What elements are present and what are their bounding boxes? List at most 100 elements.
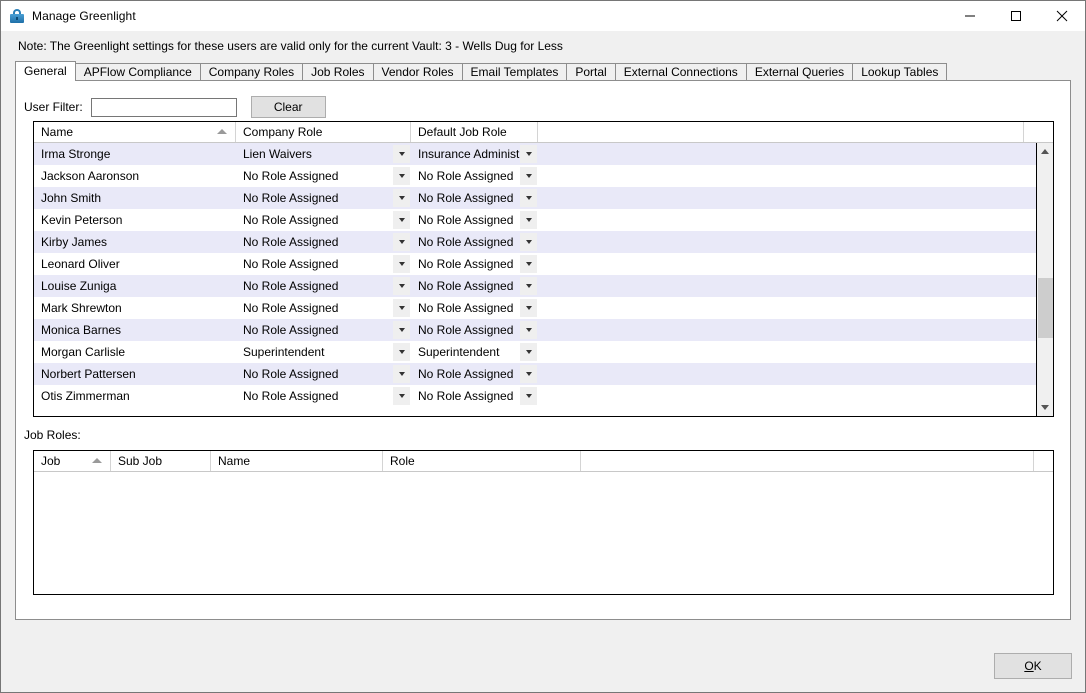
company-role-dropdown[interactable] <box>393 343 410 361</box>
tab-apflow-compliance[interactable]: APFlow Compliance <box>74 63 201 80</box>
tab-email-templates[interactable]: Email Templates <box>461 63 568 80</box>
default-job-role-dropdown[interactable] <box>520 387 537 405</box>
minimize-button[interactable] <box>947 1 993 31</box>
table-row[interactable]: Kirby James No Role Assigned No Role Assig… <box>34 231 1053 253</box>
table-row[interactable]: Mark Shrewton No Role Assigned No Role Ass… <box>34 297 1053 319</box>
company-role-dropdown[interactable] <box>393 211 410 229</box>
cell-company-role[interactable]: No Role Assigned <box>236 319 411 341</box>
company-role-dropdown[interactable] <box>393 365 410 383</box>
cell-default-job-role[interactable]: No Role Assigned <box>411 187 538 209</box>
resize-grip[interactable] <box>1070 677 1082 689</box>
cell-company-role[interactable]: No Role Assigned <box>236 297 411 319</box>
cell-company-role[interactable]: Superintendent <box>236 341 411 363</box>
column-header-blank-4[interactable] <box>581 451 1034 471</box>
cell-company-role[interactable]: Lien Waivers <box>236 143 411 165</box>
tab-company-roles[interactable]: Company Roles <box>199 63 304 80</box>
column-header-name[interactable]: Name <box>211 451 383 471</box>
company-role-dropdown[interactable] <box>393 277 410 295</box>
cell-default-job-role[interactable]: No Role Assigned <box>411 275 538 297</box>
column-header-blank-3[interactable] <box>538 122 1024 142</box>
cell-name[interactable]: Louise Zuniga <box>34 275 236 297</box>
cell-name[interactable]: Monica Barnes <box>34 319 236 341</box>
cell-company-role[interactable]: No Role Assigned <box>236 165 411 187</box>
table-row[interactable]: Leonard Oliver No Role Assigned No Role As… <box>34 253 1053 275</box>
tab-lookup-tables[interactable]: Lookup Tables <box>852 63 948 80</box>
users-grid-scrollbar[interactable] <box>1036 143 1053 416</box>
table-row[interactable]: Morgan Carlisle Superintendent Superintend… <box>34 341 1053 363</box>
default-job-role-dropdown[interactable] <box>520 189 537 207</box>
cell-company-role[interactable]: No Role Assigned <box>236 275 411 297</box>
table-row[interactable]: John Smith No Role Assigned No Role Assign… <box>34 187 1053 209</box>
table-row[interactable]: Jackson Aaronson No Role Assigned No Role … <box>34 165 1053 187</box>
cell-default-job-role[interactable]: No Role Assigned <box>411 165 538 187</box>
table-row[interactable]: Kevin Peterson No Role Assigned No Role As… <box>34 209 1053 231</box>
cell-name[interactable]: Norbert Pattersen <box>34 363 236 385</box>
cell-default-job-role[interactable]: No Role Assigned <box>411 231 538 253</box>
column-header-sub-job[interactable]: Sub Job <box>111 451 211 471</box>
clear-button[interactable]: Clear <box>250 96 326 118</box>
cell-company-role[interactable]: No Role Assigned <box>236 209 411 231</box>
cell-name[interactable]: Kirby James <box>34 231 236 253</box>
cell-name[interactable]: John Smith <box>34 187 236 209</box>
tab-portal[interactable]: Portal <box>566 63 616 80</box>
scrollbar-track[interactable] <box>1038 160 1053 399</box>
column-header-company-role[interactable]: Company Role <box>236 122 411 142</box>
company-role-dropdown[interactable] <box>393 233 410 251</box>
cell-default-job-role[interactable]: No Role Assigned <box>411 385 538 407</box>
column-header-role[interactable]: Role <box>383 451 581 471</box>
ok-button[interactable]: OK <box>994 653 1072 679</box>
default-job-role-dropdown[interactable] <box>520 299 537 317</box>
table-row[interactable]: Monica Barnes No Role Assigned No Role Ass… <box>34 319 1053 341</box>
cell-company-role[interactable]: No Role Assigned <box>236 253 411 275</box>
tab-job-roles[interactable]: Job Roles <box>302 63 374 80</box>
cell-name[interactable]: Irma Stronge <box>34 143 236 165</box>
company-role-dropdown[interactable] <box>393 189 410 207</box>
cell-default-job-role[interactable]: No Role Assigned <box>411 209 538 231</box>
scrollbar-thumb[interactable] <box>1038 278 1053 338</box>
cell-name[interactable]: Jackson Aaronson <box>34 165 236 187</box>
cell-name[interactable]: Morgan Carlisle <box>34 341 236 363</box>
cell-default-job-role[interactable]: Superintendent <box>411 341 538 363</box>
tab-vendor-roles[interactable]: Vendor Roles <box>372 63 463 80</box>
column-header-name[interactable]: Name <box>34 122 236 142</box>
default-job-role-dropdown[interactable] <box>520 145 537 163</box>
cell-default-job-role[interactable]: No Role Assigned <box>411 319 538 341</box>
user-filter-input[interactable] <box>90 97 237 117</box>
cell-default-job-role[interactable]: No Role Assigned <box>411 253 538 275</box>
cell-company-role[interactable]: No Role Assigned <box>236 363 411 385</box>
default-job-role-dropdown[interactable] <box>520 277 537 295</box>
scroll-up-button[interactable] <box>1037 143 1053 160</box>
cell-name[interactable]: Otis Zimmerman <box>34 385 236 407</box>
default-job-role-dropdown[interactable] <box>520 321 537 339</box>
column-header-default-job-role[interactable]: Default Job Role <box>411 122 538 142</box>
tab-external-queries[interactable]: External Queries <box>745 63 854 80</box>
company-role-dropdown[interactable] <box>393 299 410 317</box>
default-job-role-dropdown[interactable] <box>520 211 537 229</box>
cell-name[interactable]: Mark Shrewton <box>34 297 236 319</box>
company-role-dropdown[interactable] <box>393 167 410 185</box>
default-job-role-dropdown[interactable] <box>520 233 537 251</box>
cell-default-job-role[interactable]: No Role Assigned <box>411 297 538 319</box>
company-role-dropdown[interactable] <box>393 145 410 163</box>
maximize-button[interactable] <box>993 1 1039 31</box>
table-row[interactable]: Louise Zuniga No Role Assigned No Role Ass… <box>34 275 1053 297</box>
table-row[interactable]: Irma Stronge Lien Waivers Insurance Admini… <box>34 143 1053 165</box>
tab-external-connections[interactable]: External Connections <box>614 63 747 80</box>
cell-name[interactable]: Leonard Oliver <box>34 253 236 275</box>
default-job-role-dropdown[interactable] <box>520 167 537 185</box>
company-role-dropdown[interactable] <box>393 387 410 405</box>
company-role-dropdown[interactable] <box>393 255 410 273</box>
tab-general[interactable]: General <box>15 61 76 81</box>
company-role-dropdown[interactable] <box>393 321 410 339</box>
cell-company-role[interactable]: No Role Assigned <box>236 385 411 407</box>
default-job-role-dropdown[interactable] <box>520 255 537 273</box>
cell-company-role[interactable]: No Role Assigned <box>236 187 411 209</box>
close-button[interactable] <box>1039 1 1085 31</box>
column-header-job[interactable]: Job <box>34 451 111 471</box>
cell-company-role[interactable]: No Role Assigned <box>236 231 411 253</box>
default-job-role-dropdown[interactable] <box>520 343 537 361</box>
cell-name[interactable]: Kevin Peterson <box>34 209 236 231</box>
cell-default-job-role[interactable]: No Role Assigned <box>411 363 538 385</box>
table-row[interactable]: Otis Zimmerman No Role Assigned No Role As… <box>34 385 1053 407</box>
table-row[interactable]: Norbert Pattersen No Role Assigned No Role… <box>34 363 1053 385</box>
